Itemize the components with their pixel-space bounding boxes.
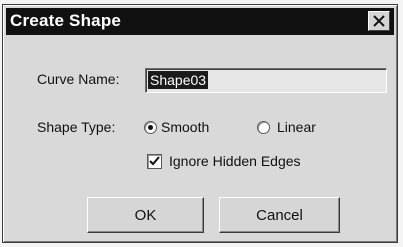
radio-linear-label[interactable]: Linear — [277, 119, 316, 135]
curve-name-label: Curve Name: — [37, 71, 120, 87]
radio-linear[interactable] — [257, 121, 270, 134]
close-button[interactable] — [368, 11, 390, 31]
create-shape-dialog: Create Shape Curve Name: Shape03 Shape T… — [2, 4, 398, 243]
shape-type-label: Shape Type: — [37, 119, 116, 135]
cancel-button[interactable]: Cancel — [219, 197, 340, 233]
checkmark-icon — [149, 156, 160, 166]
radio-smooth-label[interactable]: Smooth — [161, 119, 209, 135]
curve-name-value: Shape03 — [148, 71, 209, 89]
radio-smooth[interactable] — [144, 121, 157, 134]
ignore-hidden-edges-label[interactable]: Ignore Hidden Edges — [169, 153, 301, 169]
ok-button[interactable]: OK — [87, 197, 204, 233]
dialog-title: Create Shape — [10, 11, 122, 30]
title-bar[interactable]: Create Shape — [6, 8, 394, 35]
close-icon — [373, 15, 385, 27]
ignore-hidden-edges-checkbox[interactable] — [147, 154, 162, 169]
radio-selected-dot — [148, 125, 153, 130]
curve-name-input[interactable]: Shape03 — [145, 68, 387, 93]
